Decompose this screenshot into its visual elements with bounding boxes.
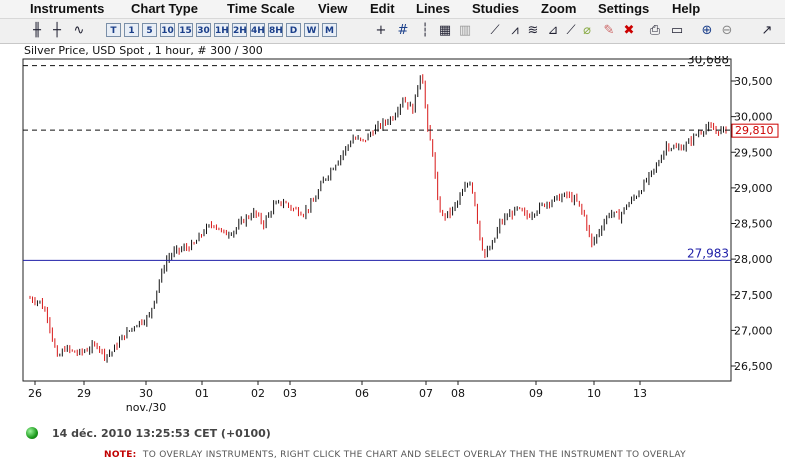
- high-level-label: 30,688: [687, 56, 729, 67]
- bar-chart-icon[interactable]: ┼: [48, 22, 66, 40]
- menu-bar: Instruments Chart Type Time Scale View Edit L…: [0, 0, 785, 19]
- connection-status-icon: [26, 427, 38, 439]
- y-tick-label: 29,500: [734, 146, 773, 159]
- timescale-button-15[interactable]: 15: [178, 23, 193, 37]
- timescale-button-t[interactable]: T: [106, 23, 121, 37]
- timescale-button-10[interactable]: 10: [160, 23, 175, 37]
- drawing-tools-icon[interactable]: ⊿: [544, 22, 562, 40]
- x-tick-label: 08: [451, 387, 465, 400]
- timescale-button-w[interactable]: W: [304, 23, 319, 37]
- timescale-button-d[interactable]: D: [286, 23, 301, 37]
- x-tick-label: 03: [283, 387, 297, 400]
- x-tick-label: 07: [419, 387, 433, 400]
- status-bar: 14 déc. 2010 13:25:53 CET (+0100): [0, 422, 785, 446]
- x-tick-label: 13: [633, 387, 647, 400]
- y-tick-label: 27,500: [734, 289, 773, 302]
- grid-icon[interactable]: #: [394, 22, 412, 40]
- toolbar: ╫ ┼ ∿ T 1 5 10 15 30 1H 2H 4H 8H D W M + # ┆ ▦ ▥ ⟋ ⩘ ≋ ⊿ ⟋ ⌀ ✎ ✖ ⎙ ▭ ⊕ ⊖…: [0, 19, 785, 44]
- candlestick-chart-icon[interactable]: ╫: [28, 22, 46, 40]
- zoom-in-icon[interactable]: ⊕: [698, 22, 716, 40]
- timescale-button-4h[interactable]: 4H: [250, 23, 265, 37]
- y-tick-label: 28,000: [734, 253, 773, 266]
- status-timestamp: 14 déc. 2010 13:25:53 CET (+0100): [52, 427, 271, 440]
- plot-area[interactable]: [22, 58, 732, 382]
- timescale-button-30[interactable]: 30: [196, 23, 211, 37]
- zoom-out-icon[interactable]: ⊖: [718, 22, 736, 40]
- timescale-button-m[interactable]: M: [322, 23, 337, 37]
- drawing-tools-icon[interactable]: ⟋: [486, 22, 504, 40]
- delete-icon[interactable]: ✖: [620, 22, 638, 40]
- pin-icon[interactable]: ↗: [758, 22, 776, 40]
- line-chart-icon[interactable]: ∿: [70, 22, 88, 40]
- menu-edit[interactable]: Edit: [370, 0, 395, 18]
- x-tick-label: 29: [77, 387, 91, 400]
- x-tick-label: 26: [28, 387, 42, 400]
- hatch-icon[interactable]: ▥: [456, 22, 474, 40]
- timescale-button-2h[interactable]: 2H: [232, 23, 247, 37]
- export-icon[interactable]: ▭: [668, 22, 686, 40]
- timescale-button-1h[interactable]: 1H: [214, 23, 229, 37]
- timescale-button-5[interactable]: 5: [142, 23, 157, 37]
- menu-view[interactable]: View: [318, 0, 347, 18]
- y-tick-label: 28,500: [734, 218, 773, 231]
- eraser-icon[interactable]: ⌀: [578, 22, 596, 40]
- hatch-icon[interactable]: ▦: [436, 22, 454, 40]
- y-tick-label: 30,500: [734, 75, 773, 88]
- timescale-button-1[interactable]: 1: [124, 23, 139, 37]
- x-sublabel: nov./30: [126, 401, 167, 414]
- drawing-tools-icon[interactable]: ⩘: [506, 22, 524, 40]
- menu-instruments[interactable]: Instruments: [30, 0, 104, 18]
- y-tick-label: 27,000: [734, 324, 773, 337]
- eraser-icon[interactable]: ✎: [600, 22, 618, 40]
- line-style-icon[interactable]: ┆: [416, 22, 434, 40]
- menu-help[interactable]: Help: [672, 0, 700, 18]
- y-tick-label: 30,000: [734, 111, 773, 124]
- menu-settings[interactable]: Settings: [598, 0, 649, 18]
- x-tick-label: 02: [251, 387, 265, 400]
- print-icon[interactable]: ⎙: [646, 22, 664, 40]
- menu-studies[interactable]: Studies: [472, 0, 519, 18]
- overlay-note: NOTE: TO OVERLAY INSTRUMENTS, RIGHT CLIC…: [104, 450, 686, 460]
- support-label: 27,983: [687, 246, 729, 260]
- x-tick-label: 06: [355, 387, 369, 400]
- y-tick-label: 26,500: [734, 360, 773, 373]
- menu-zoom[interactable]: Zoom: [541, 0, 576, 18]
- drawing-tools-icon[interactable]: ≋: [524, 22, 542, 40]
- x-tick-label: 10: [587, 387, 601, 400]
- crosshair-icon[interactable]: +: [372, 22, 390, 40]
- x-tick-label: 01: [195, 387, 209, 400]
- menu-time-scale[interactable]: Time Scale: [227, 0, 295, 18]
- price-chart[interactable]: 30,500 30,000 29,500 29,000 28,500 28,000 27,5…: [0, 56, 785, 422]
- x-tick-label: 09: [529, 387, 543, 400]
- last-price-label: 29,810: [735, 124, 774, 137]
- y-tick-label: 29,000: [734, 182, 773, 195]
- x-tick-label: 30: [139, 387, 153, 400]
- timescale-button-8h[interactable]: 8H: [268, 23, 283, 37]
- menu-lines[interactable]: Lines: [416, 0, 450, 18]
- menu-chart-type[interactable]: Chart Type: [131, 0, 198, 18]
